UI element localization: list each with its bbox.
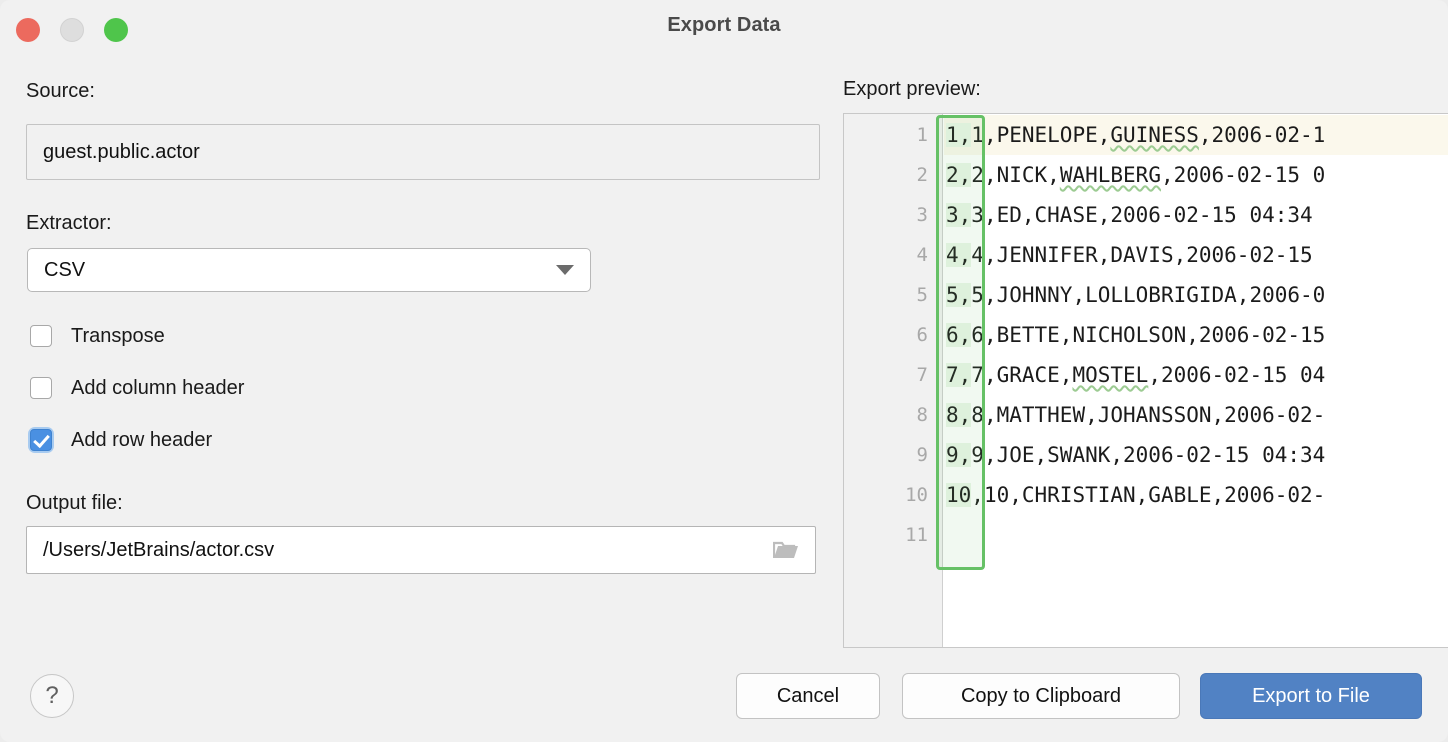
extractor-label: Extractor: <box>26 212 112 234</box>
checkbox-transpose-label: Transpose <box>71 324 165 347</box>
line-number: 11 <box>905 524 928 546</box>
output-file-value: /Users/JetBrains/actor.csv <box>43 538 275 561</box>
preview-line-text-tail: ,2006-02-15 0 <box>1160 163 1326 187</box>
chevron-down-icon <box>556 265 574 275</box>
preview-line: 1,1,PENELOPE,GUINESS,2006-02-1 <box>944 115 1448 155</box>
preview-row-header: 6, <box>946 323 972 347</box>
preview-line: 3,3,ED,CHASE,2006-02-15 04:34 <box>944 195 1448 235</box>
line-number: 10 <box>905 484 928 506</box>
checkbox-transpose[interactable]: Transpose <box>28 320 165 352</box>
settings-panel: Source: guest.public.actor Extractor: CS… <box>0 56 840 656</box>
source-label: Source: <box>26 80 95 102</box>
line-number: 2 <box>916 164 928 186</box>
export-data-dialog: Export Data Source: guest.public.actor E… <box>0 0 1448 742</box>
help-button[interactable]: ? <box>30 674 74 718</box>
preview-row-header: 5, <box>946 283 972 307</box>
preview-row-header: 2, <box>946 163 972 187</box>
checkbox-add-column-header[interactable]: Add column header <box>28 372 244 404</box>
checkbox-add-row-header-box[interactable] <box>28 427 54 453</box>
preview-line-text: 2,NICK, <box>971 163 1060 187</box>
output-file-field[interactable]: /Users/JetBrains/actor.csv <box>26 526 816 574</box>
export-to-file-button[interactable]: Export to File <box>1200 673 1422 719</box>
title-bar: Export Data <box>0 0 1448 56</box>
preview-line: 9,9,JOE,SWANK,2006-02-15 04:34 <box>944 435 1448 475</box>
line-number: 5 <box>916 284 928 306</box>
preview-line-text: 1,PENELOPE, <box>971 123 1111 147</box>
extractor-dropdown[interactable]: CSV <box>27 248 591 292</box>
preview-row-header: 4, <box>946 243 972 267</box>
preview-misspelled-word: GUINESS <box>1110 123 1199 147</box>
copy-to-clipboard-button[interactable]: Copy to Clipboard <box>902 673 1180 719</box>
checkbox-add-column-header-label: Add column header <box>71 376 245 399</box>
preview-line-text: 5,JOHNNY,LOLLOBRIGIDA,2006-0 <box>971 283 1326 307</box>
export-preview-label: Export preview: <box>843 78 981 100</box>
extractor-selected-value: CSV <box>44 258 86 281</box>
preview-line: 2,2,NICK,WAHLBERG,2006-02-15 0 <box>944 155 1448 195</box>
line-number-gutter: 1 2 3 4 5 6 7 8 9 10 11 <box>844 114 943 647</box>
preview-line-text: 6,BETTE,NICHOLSON,2006-02-15 <box>971 323 1326 347</box>
output-file-label: Output file: <box>26 492 123 514</box>
preview-line: 5,5,JOHNNY,LOLLOBRIGIDA,2006-0 <box>944 275 1448 315</box>
line-number: 8 <box>916 404 928 426</box>
checkbox-add-row-header[interactable]: Add row header <box>28 424 212 456</box>
preview-line-text: 3,ED,CHASE,2006-02-15 04:34 <box>971 203 1313 227</box>
preview-row-header: 1, <box>946 123 972 147</box>
folder-icon[interactable] <box>772 540 799 560</box>
preview-row-header: 3, <box>946 203 972 227</box>
preview-line: 8,8,MATTHEW,JOHANSSON,2006-02- <box>944 395 1448 435</box>
preview-line-text: 4,JENNIFER,DAVIS,2006-02-15 <box>971 243 1313 267</box>
preview-line: 7,7,GRACE,MOSTEL,2006-02-15 04 <box>944 355 1448 395</box>
line-number: 6 <box>916 324 928 346</box>
preview-line: 4,4,JENNIFER,DAVIS,2006-02-15 <box>944 235 1448 275</box>
export-preview-panel[interactable]: 1 2 3 4 5 6 7 8 9 10 11 1,1,PENELOPE,GUI… <box>843 113 1448 648</box>
line-number: 9 <box>916 444 928 466</box>
preview-line-text-tail: ,2006-02-1 <box>1198 123 1326 147</box>
line-number: 3 <box>916 204 928 226</box>
checkbox-add-column-header-box[interactable] <box>28 375 54 401</box>
preview-line <box>944 515 1448 555</box>
line-number: 4 <box>916 244 928 266</box>
preview-row-header: 10 <box>946 483 972 507</box>
preview-line-text: 8,MATTHEW,JOHANSSON,2006-02- <box>971 403 1326 427</box>
preview-row-header: 9, <box>946 443 972 467</box>
preview-line: 6,6,BETTE,NICHOLSON,2006-02-15 <box>944 315 1448 355</box>
line-number: 1 <box>916 124 928 146</box>
preview-row-header: 8, <box>946 403 972 427</box>
source-field[interactable]: guest.public.actor <box>26 124 820 180</box>
line-number: 7 <box>916 364 928 386</box>
preview-line: 10,10,CHRISTIAN,GABLE,2006-02- <box>944 475 1448 515</box>
preview-line-text: ,10,CHRISTIAN,GABLE,2006-02- <box>971 483 1326 507</box>
preview-misspelled-word: MOSTEL <box>1072 363 1149 387</box>
preview-misspelled-word: WAHLBERG <box>1059 163 1161 187</box>
checkbox-transpose-box[interactable] <box>28 323 54 349</box>
preview-line-text-tail: ,2006-02-15 04 <box>1148 363 1326 387</box>
cancel-button[interactable]: Cancel <box>736 673 880 719</box>
window-title: Export Data <box>667 14 781 36</box>
preview-line-text: 7,GRACE, <box>971 363 1073 387</box>
checkbox-add-row-header-label: Add row header <box>71 428 213 451</box>
preview-line-text: 9,JOE,SWANK,2006-02-15 04:34 <box>971 443 1326 467</box>
preview-code-area[interactable]: 1,1,PENELOPE,GUINESS,2006-02-1 2,2,NICK,… <box>944 114 1448 647</box>
preview-row-header: 7, <box>946 363 972 387</box>
